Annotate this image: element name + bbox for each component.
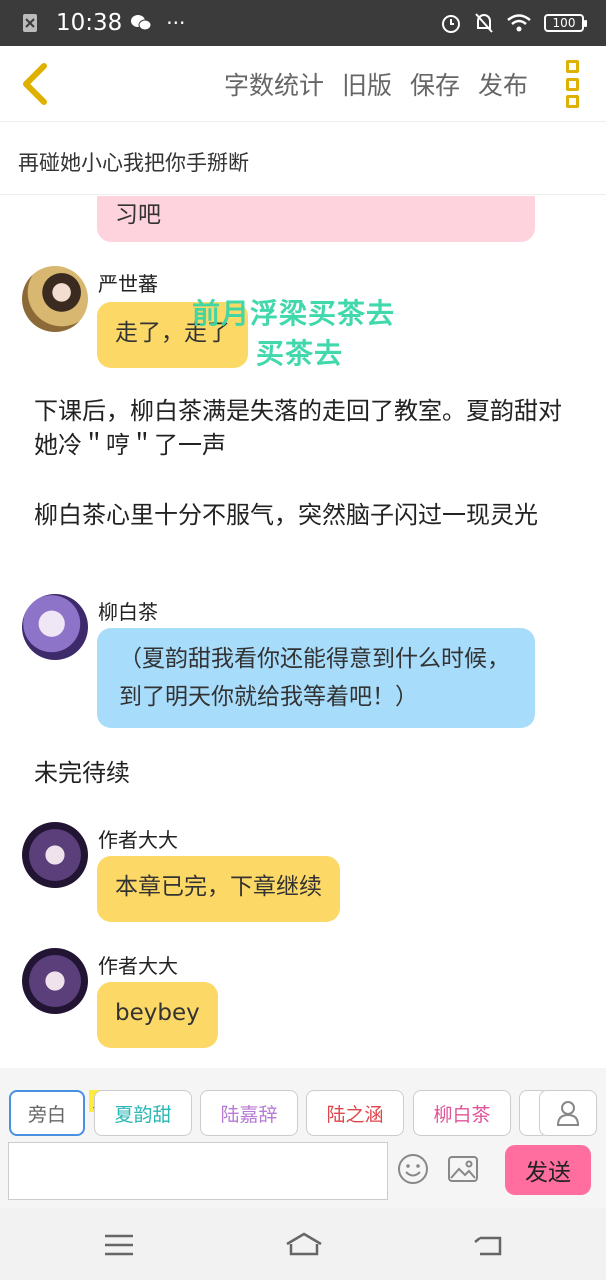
back-arrow-icon[interactable] xyxy=(16,60,56,108)
more-menu-icon[interactable] xyxy=(566,60,580,108)
emoji-icon[interactable] xyxy=(396,1152,430,1186)
menu-icon[interactable] xyxy=(102,1230,136,1260)
avatar[interactable] xyxy=(22,266,88,332)
alarm-icon xyxy=(442,15,460,33)
character-chip-lu-jiaci[interactable]: 陆嘉辞 xyxy=(200,1090,298,1136)
system-nav-bar xyxy=(0,1208,606,1280)
message-input[interactable] xyxy=(8,1142,388,1200)
word-count-button[interactable]: 字数统计 xyxy=(224,66,324,102)
character-chip-narrator[interactable]: 旁白 xyxy=(9,1090,85,1136)
more-notifications: ··· xyxy=(166,11,186,35)
message-bubble[interactable]: 习吧 xyxy=(97,196,535,242)
send-button[interactable]: 发送 xyxy=(505,1145,591,1195)
old-version-button[interactable]: 旧版 xyxy=(342,66,392,102)
notification-icon xyxy=(23,14,37,32)
status-bar: 10:38 ··· 100 xyxy=(0,0,606,46)
character-chip-liu[interactable]: 柳白茶 xyxy=(413,1090,511,1136)
add-character-button[interactable] xyxy=(539,1090,597,1136)
chapter-title[interactable]: 再碰她小心我把你手掰断 xyxy=(0,123,606,195)
speaker-name: 柳白茶 xyxy=(98,600,158,624)
save-button[interactable]: 保存 xyxy=(410,66,460,102)
image-icon[interactable] xyxy=(446,1152,480,1186)
mute-bell-icon xyxy=(475,13,493,33)
character-chip-lu-zhihan[interactable]: 陆之涵 xyxy=(306,1090,404,1136)
speaker-name: 作者大大 xyxy=(98,954,178,978)
wifi-icon xyxy=(507,14,531,32)
narration-text[interactable]: 下课后，柳白茶满是失落的走回了教室。夏韵甜对她冷＂哼＂了一声 xyxy=(34,394,584,462)
speaker-name: 作者大大 xyxy=(98,828,178,852)
back-icon[interactable] xyxy=(472,1230,506,1260)
narration-text[interactable]: 未完待续 xyxy=(34,756,584,790)
wechat-icon xyxy=(131,15,152,31)
narration-text[interactable]: 柳白茶心里十分不服气，突然脑子闪过一现灵光 xyxy=(34,498,584,532)
input-bar: 发送 xyxy=(0,1138,606,1208)
status-time: 10:38 xyxy=(56,10,123,36)
avatar[interactable] xyxy=(22,822,88,888)
message-bubble[interactable]: （夏韵甜我看你还能得意到什么时候，到了明天你就给我等着吧！） xyxy=(97,628,535,728)
story-content[interactable]: 习吧 严世蕃 走了，走了 前月浮梁买茶去 买茶去 下课后，柳白茶满是失落的走回了… xyxy=(0,196,606,1066)
character-chip-xia[interactable]: 夏韵甜 xyxy=(94,1090,192,1136)
publish-button[interactable]: 发布 xyxy=(478,66,528,102)
battery-indicator: 100 xyxy=(544,14,587,32)
editor-toolbar: 字数统计 旧版 保存 发布 xyxy=(0,46,606,122)
watermark-line-2: 买茶去 xyxy=(256,337,344,370)
message-bubble[interactable]: beybey xyxy=(97,982,218,1048)
watermark-line-1: 前月浮梁买茶去 xyxy=(192,297,396,330)
character-selector: 旁白 主 夏韵甜 陆嘉辞 陆之涵 柳白茶 xyxy=(0,1068,606,1138)
person-icon xyxy=(556,1101,580,1126)
avatar[interactable] xyxy=(22,594,88,660)
message-bubble[interactable]: 本章已完，下章继续 xyxy=(97,856,340,922)
home-icon[interactable] xyxy=(284,1230,324,1260)
speaker-name: 严世蕃 xyxy=(98,272,158,296)
avatar[interactable] xyxy=(22,948,88,1014)
